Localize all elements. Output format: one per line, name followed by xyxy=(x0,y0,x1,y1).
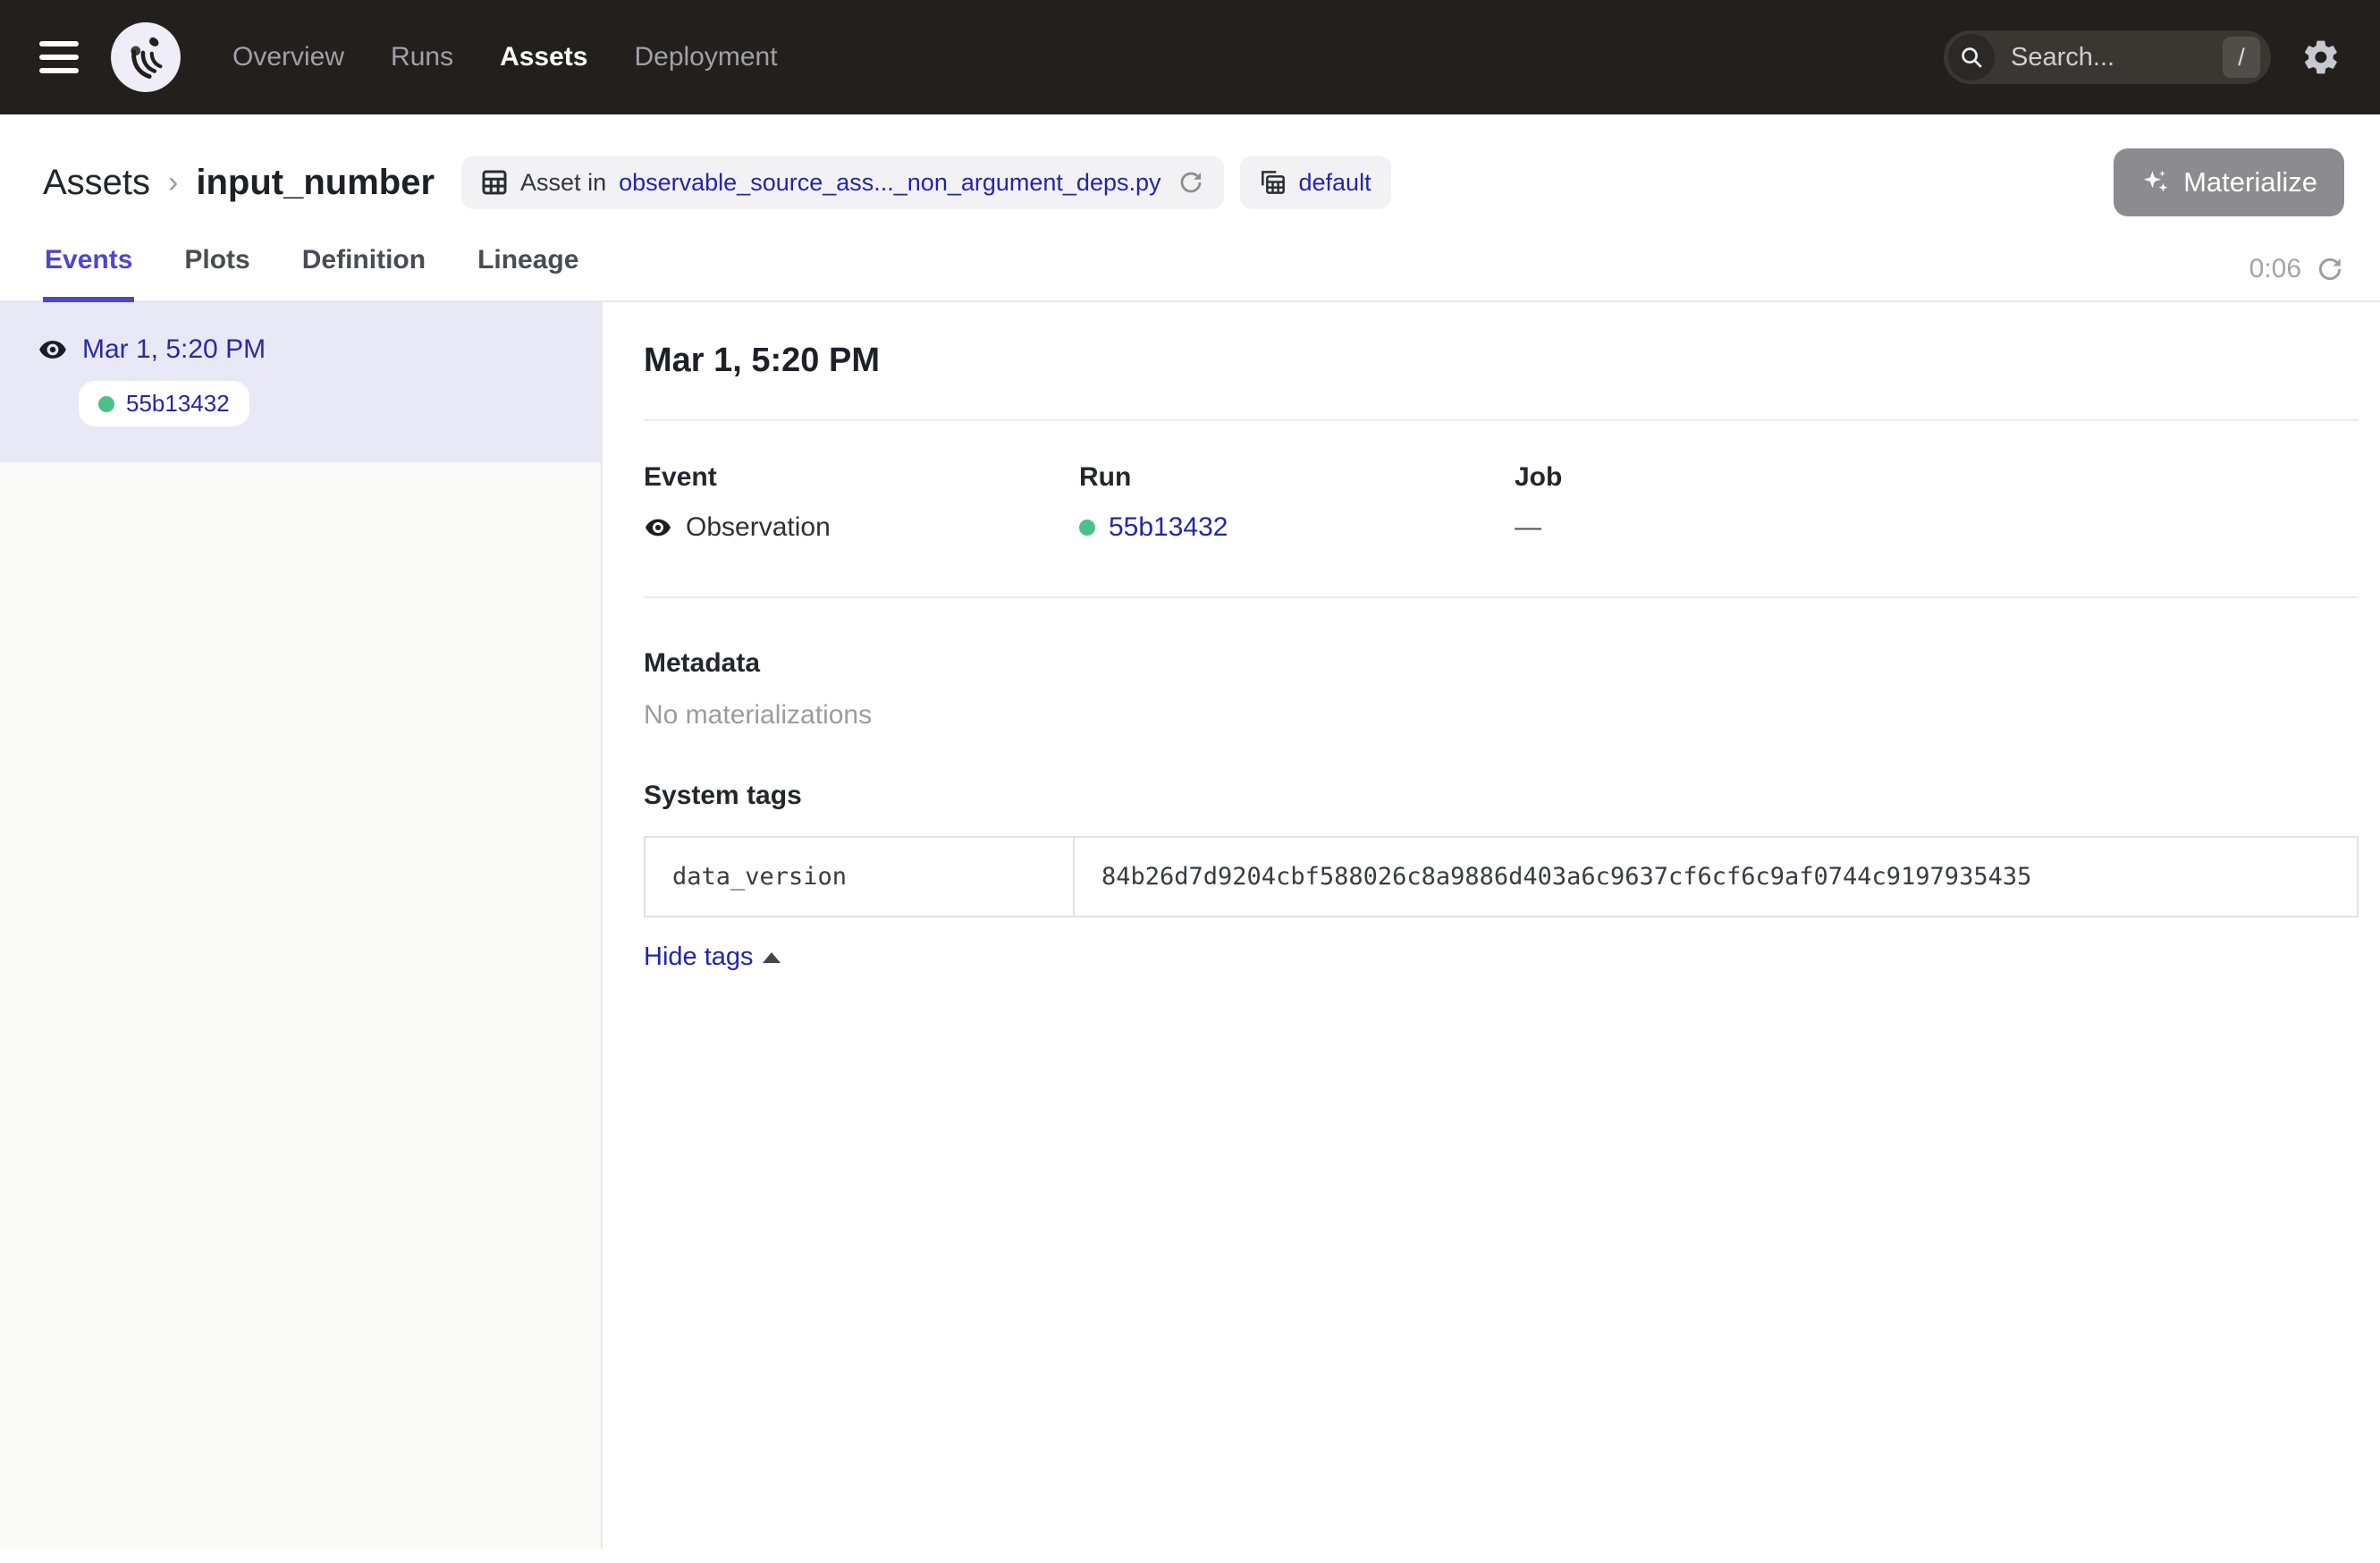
breadcrumb: Assets › input_number xyxy=(43,163,435,203)
system-tags-table: data_version 84b26d7d9204cbf588026c8a988… xyxy=(644,836,2359,917)
run-status-dot xyxy=(1079,520,1095,536)
event-detail-panel: Mar 1, 5:20 PM Event Observation Run xyxy=(603,302,2380,1549)
asset-group-icon xyxy=(1260,169,1287,196)
system-tags-heading: System tags xyxy=(644,781,2359,811)
run-status-dot xyxy=(98,396,114,412)
tag-value-cell: 84b26d7d9204cbf588026c8a9886d403a6c9637c… xyxy=(1074,837,2358,917)
asset-definition-chip: Asset in observable_source_ass..._non_ar… xyxy=(461,156,1223,209)
job-empty-value: — xyxy=(1515,512,1541,543)
asset-table-icon xyxy=(481,169,508,196)
job-column: Job — xyxy=(1515,462,2359,543)
asset-group-link[interactable]: default xyxy=(1299,169,1371,197)
refresh-countdown: 0:06 xyxy=(2249,254,2301,284)
event-list-item[interactable]: Mar 1, 5:20 PM 55b13432 xyxy=(0,302,601,462)
asset-chip-prefix: Asset in xyxy=(520,169,606,197)
caret-up-icon xyxy=(763,952,781,963)
event-column: Event Observation xyxy=(644,462,1079,543)
refresh-icon[interactable] xyxy=(2316,255,2344,283)
table-row: data_version 84b26d7d9204cbf588026c8a988… xyxy=(645,837,2358,917)
breadcrumb-assets-link[interactable]: Assets xyxy=(43,163,150,203)
sparkle-icon xyxy=(2140,167,2171,198)
events-sidebar: Mar 1, 5:20 PM 55b13432 xyxy=(0,302,603,1549)
metadata-empty-text: No materializations xyxy=(644,700,2359,731)
event-timestamp-link[interactable]: Mar 1, 5:20 PM xyxy=(82,334,266,365)
asset-source-file-link[interactable]: observable_source_ass..._non_argument_de… xyxy=(619,169,1160,197)
nav-item-assets[interactable]: Assets xyxy=(500,42,587,72)
top-nav: Overview Runs Assets Deployment Search..… xyxy=(0,0,2380,114)
search-shortcut-badge: / xyxy=(2223,37,2260,78)
materialize-label: Materialize xyxy=(2183,166,2317,199)
dagster-logo-icon[interactable] xyxy=(109,21,182,94)
materialize-button[interactable]: Materialize xyxy=(2114,148,2344,216)
run-column: Run 55b13432 xyxy=(1079,462,1515,543)
nav-item-overview[interactable]: Overview xyxy=(232,42,344,72)
divider xyxy=(644,596,2359,598)
run-id-label: 55b13432 xyxy=(126,390,230,418)
tabs-bar: Events Plots Definition Lineage 0:06 xyxy=(0,229,2380,302)
tag-key-cell: data_version xyxy=(645,837,1074,917)
breadcrumb-separator: › xyxy=(168,165,178,200)
tab-definition[interactable]: Definition xyxy=(300,229,427,302)
reload-definition-icon[interactable] xyxy=(1177,169,1204,196)
run-id-badge[interactable]: 55b13432 xyxy=(79,381,249,427)
hide-tags-link[interactable]: Hide tags xyxy=(644,942,781,972)
run-id-link[interactable]: 55b13432 xyxy=(1109,512,1228,543)
hide-tags-label: Hide tags xyxy=(644,942,754,972)
run-column-label: Run xyxy=(1079,462,1515,493)
tab-events[interactable]: Events xyxy=(43,229,134,302)
job-column-label: Job xyxy=(1515,462,2359,493)
event-column-label: Event xyxy=(644,462,1079,493)
eye-icon xyxy=(38,334,68,365)
metadata-heading: Metadata xyxy=(644,648,2359,679)
divider xyxy=(644,419,2359,421)
hamburger-menu-icon[interactable] xyxy=(39,41,79,73)
tab-plots[interactable]: Plots xyxy=(182,229,251,302)
event-type-value: Observation xyxy=(686,512,831,543)
event-detail-title: Mar 1, 5:20 PM xyxy=(644,342,2359,380)
nav-item-runs[interactable]: Runs xyxy=(391,42,453,72)
primary-nav: Overview Runs Assets Deployment xyxy=(232,42,778,72)
gear-icon[interactable] xyxy=(2301,38,2341,77)
search-placeholder: Search... xyxy=(2011,43,2223,72)
nav-item-deployment[interactable]: Deployment xyxy=(634,42,777,72)
asset-group-chip: default xyxy=(1240,156,1391,209)
search-input[interactable]: Search... / xyxy=(1944,30,2271,84)
tab-lineage[interactable]: Lineage xyxy=(476,229,580,302)
page-title: input_number xyxy=(196,163,435,203)
search-icon xyxy=(1948,34,1995,80)
eye-icon xyxy=(644,513,672,542)
page-header: Assets › input_number Asset in observabl… xyxy=(0,114,2380,216)
